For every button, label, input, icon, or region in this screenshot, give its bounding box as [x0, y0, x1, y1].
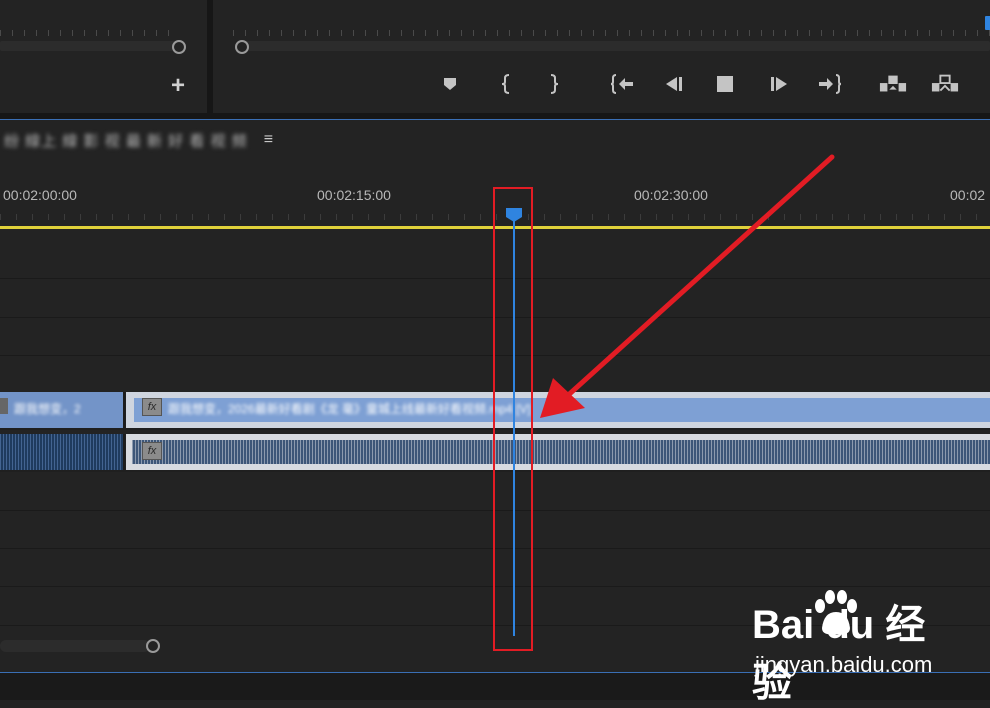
source-ruler-ticks — [0, 30, 178, 36]
clip-link-icon — [0, 398, 8, 414]
annotation-highlight-box — [493, 187, 533, 651]
panel-border — [0, 119, 990, 120]
sequence-tab[interactable]: 纷 線上 線 影 视 最 新 好 看 视 频 ≡ — [0, 128, 273, 152]
lift-icon[interactable] — [879, 70, 907, 98]
source-scrub-handle[interactable] — [172, 40, 186, 54]
timecode-label: 00:02:15:00 — [317, 187, 391, 203]
source-scrub-track[interactable] — [0, 41, 176, 51]
fx-badge-icon[interactable]: fx — [142, 442, 162, 460]
watermark-logo-text: Bai du 经验 — [752, 603, 926, 705]
step-back-icon[interactable] — [660, 70, 688, 98]
mark-in-icon[interactable] — [492, 70, 520, 98]
step-forward-icon[interactable] — [765, 70, 793, 98]
marker-icon[interactable] — [436, 70, 464, 98]
audio-waveform — [0, 434, 123, 470]
watermark-url: jingyan.baidu.com — [755, 652, 933, 677]
program-ruler-ticks — [233, 30, 990, 36]
go-to-out-icon[interactable] — [816, 70, 844, 98]
horizontal-scrollbar[interactable] — [0, 640, 150, 652]
timecode-label: 00:02:30:00 — [634, 187, 708, 203]
audio-clip[interactable] — [0, 434, 125, 470]
program-playhead-marker[interactable] — [985, 16, 990, 30]
mark-out-icon[interactable] — [540, 70, 568, 98]
program-scrub-track[interactable] — [237, 41, 990, 51]
fx-badge-icon[interactable]: fx — [142, 398, 162, 416]
add-button[interactable]: + — [166, 74, 190, 98]
watermark: Bai du 经验 jingyan.baidu.com — [752, 590, 942, 705]
source-monitor-panel: + — [0, 0, 207, 113]
audio-waveform — [132, 440, 990, 464]
video-clip[interactable]: 跟我想变，2 — [0, 392, 125, 428]
stop-icon[interactable] — [711, 70, 739, 98]
scrollbar-handle[interactable] — [146, 639, 160, 653]
program-monitor-panel — [213, 0, 990, 113]
audio-clip[interactable]: fx — [126, 434, 990, 470]
clip-label: 跟我想变，2 — [14, 402, 81, 416]
timecode-label: 00:02 — [950, 187, 986, 203]
audio-waveform-bg — [132, 440, 990, 464]
extract-icon[interactable] — [931, 70, 959, 98]
panel-menu-icon[interactable]: ≡ — [264, 131, 273, 149]
clip-label: 跟我想变，2026最新好看剧《龙 毫》童城上线最新好看视频.mp4 [V] — [168, 402, 531, 416]
sequence-name: 纷 線上 線 影 视 最 新 好 看 视 频 — [4, 132, 248, 150]
program-scrub-handle[interactable] — [235, 40, 249, 54]
timecode-label: 00:02:00:00 — [3, 187, 77, 203]
video-clip[interactable]: fx 跟我想变，2026最新好看剧《龙 毫》童城上线最新好看视频.mp4 [V] — [126, 392, 990, 428]
go-to-in-icon[interactable] — [608, 70, 636, 98]
